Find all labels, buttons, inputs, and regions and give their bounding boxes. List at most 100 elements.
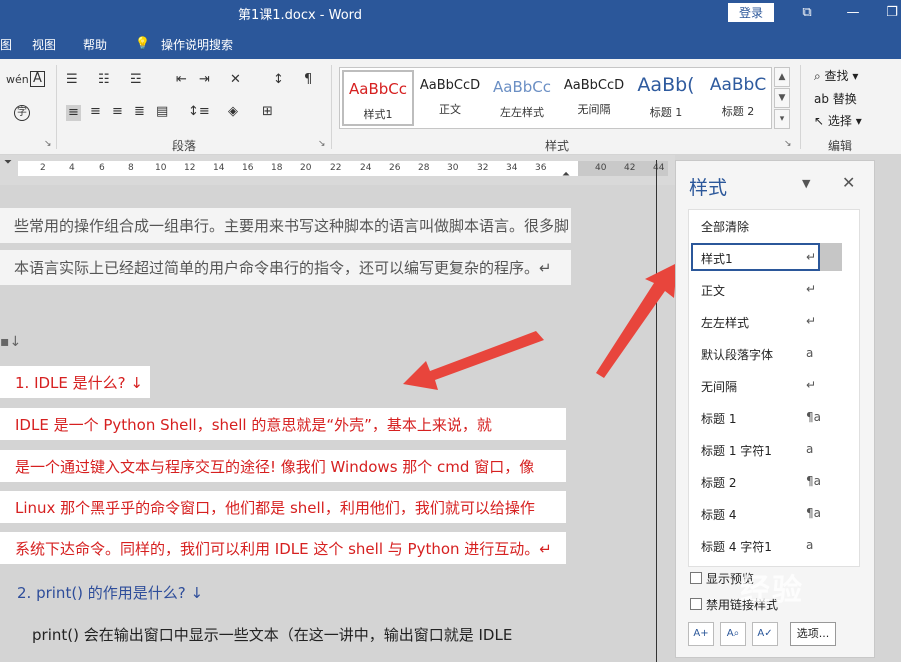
heading-idle[interactable]: 1. IDLE 是什么? ↓ [0,366,150,398]
empty-paragraph[interactable]: ▪↓ [0,331,21,352]
right-indent-marker-icon[interactable]: ⏶ [562,169,570,180]
gallery-no-spacing[interactable]: AaBbCcD 无间隔 [558,70,630,126]
align-left-icon[interactable]: ≡ [66,105,81,121]
doc-line-red[interactable]: Linux 那个黑乎乎的命令窗口，他们都是 shell，利用他们，我们就可以给操… [0,491,566,523]
select-button[interactable]: ↖ 选择 ▾ [814,112,862,129]
style-item-clear-all[interactable]: 全部清除 [689,210,861,240]
lightbulb-icon[interactable]: 💡 [135,36,150,50]
paragraph-dialog-launcher-icon[interactable]: ↘ [318,139,326,149]
disable-linked-checkbox[interactable] [690,598,702,610]
styles-gallery: AaBbCc 样式1 AaBbCcD 正文 AaBbCc 左左样式 AaBbCc… [339,67,772,129]
options-button[interactable]: 选项... [790,622,836,646]
doc-body-line[interactable]: print() 会在输出窗口中显示一些文本（在这一讲中，输出窗口就是 IDLE [0,625,512,645]
shading-icon[interactable]: ◈ [228,105,238,119]
line-spacing-icon[interactable]: ↕≡ [188,105,210,119]
doc-line-gray[interactable]: 些常用的操作组合成一组串行。主要用来书写这种脚本的语言叫做脚本语言。很多脚 [0,208,571,243]
ribbon-display-icon[interactable]: ⧉ [797,3,817,23]
style-item-heading-4[interactable]: 标题 4 ¶a [689,498,861,528]
indent-marker-icon[interactable]: ⏷ [4,157,12,168]
style-item-style1[interactable]: 样式1 ↵ [689,242,861,272]
paragraph-mark-icon: ↵ [806,250,817,264]
align-center-icon[interactable]: ≡ [90,105,101,119]
ruler-tick: 10 [155,163,167,173]
search-icon: ⌕ [814,69,825,83]
find-button[interactable]: ⌕ 查找 ▾ [814,67,858,84]
style-dropdown-handle[interactable] [820,243,842,271]
group-separator [331,65,332,149]
multilevel-list-icon[interactable]: ☲ [130,73,142,87]
new-style-icon[interactable]: A+ [688,622,714,646]
doc-line-red[interactable]: 系统下达命令。同样的，我们可以利用 IDLE 这个 shell 与 Python… [0,532,566,564]
ruler-tick: 12 [184,163,196,173]
bullets-icon[interactable]: ☰ [66,73,78,87]
gallery-sample: AaBbCc [493,78,551,96]
manage-styles-icon[interactable]: A✓ [752,622,778,646]
menu-item-partial[interactable]: 图 [0,36,12,53]
style-item-left-style[interactable]: 左左样式 ↵ [689,306,861,336]
sort-icon[interactable]: ↕ [273,73,284,87]
menu-item-view[interactable]: 视图 [32,36,56,53]
gallery-name: 正文 [439,103,461,116]
doc-line-gray[interactable]: 本语言实际上已经超过简单的用户命令串行的指令，还可以编写更复杂的程序。↵ [0,250,571,285]
style-item-heading-2[interactable]: 标题 2 ¶a [689,466,861,496]
style-item-heading-1[interactable]: 标题 1 ¶a [689,402,861,432]
paragraph-mark-icon: ↵ [806,314,817,328]
pane-options-icon[interactable]: ▼ [802,177,810,190]
heading-print[interactable]: 2. print() 的作用是什么? ↓ [0,583,203,603]
restore-icon[interactable]: ❐ [882,3,901,23]
enclose-character-icon[interactable]: 字 [14,105,30,121]
style-name: 标题 1 [701,412,737,426]
gallery-heading-1[interactable]: AaBb( 标题 1 [630,70,702,126]
group-separator [56,65,57,149]
phonetic-guide-icon[interactable]: wén [6,73,29,87]
justify-icon[interactable]: ≣ [134,105,145,119]
close-icon[interactable]: ✕ [842,173,855,192]
menu-bar: 图 视图 帮助 💡 操作说明搜索 [0,27,901,59]
group-separator [800,65,801,149]
login-button[interactable]: 登录 [728,3,774,22]
gallery-left-style[interactable]: AaBbCc 左左样式 [486,70,558,126]
doc-line-red[interactable]: 是一个通过键入文本与程序交互的途径! 像我们 Windows 那个 cmd 窗口… [0,450,566,482]
gallery-style-1[interactable]: AaBbCc 样式1 [342,70,414,126]
ruler-tick: 18 [271,163,283,173]
linked-mark-icon: ¶a [806,506,821,520]
gallery-more-icon[interactable]: ▾ [774,109,790,129]
asian-layout-icon[interactable]: ✕ [230,73,241,87]
font-dialog-launcher-icon[interactable]: ↘ [44,139,52,149]
style-item-no-spacing[interactable]: 无间隔 ↵ [689,370,861,400]
ruler-tick: 34 [506,163,518,173]
menu-item-help[interactable]: 帮助 [83,36,107,53]
borders-icon[interactable]: ⊞ [262,105,273,119]
cursor-icon: ↖ [814,114,828,128]
gallery-normal[interactable]: AaBbCcD 正文 [414,70,486,126]
align-right-icon[interactable]: ≡ [112,105,123,119]
tell-me-search[interactable]: 操作说明搜索 [161,36,233,53]
replace-label: 替换 [832,92,857,106]
distributed-icon[interactable]: ▤ [156,105,168,119]
character-border-icon[interactable]: A [30,71,45,87]
style-inspector-icon[interactable]: A⌕ [720,622,746,646]
style-item-default-font[interactable]: 默认段落字体 a [689,338,861,368]
gallery-heading-2[interactable]: AaBbC 标题 2 [702,70,774,126]
page-edge [656,160,657,662]
increase-indent-icon[interactable]: ⇥ [199,73,210,87]
style-name: 全部清除 [701,220,750,234]
style-name: 左左样式 [701,316,750,330]
numbering-icon[interactable]: ☷ [98,73,110,87]
gallery-scroll-down-icon[interactable]: ▼ [774,88,790,108]
doc-line-red[interactable]: IDLE 是一个 Python Shell，shell 的意思就是“外壳”，基本… [0,408,566,440]
styles-dialog-launcher-icon[interactable]: ↘ [784,139,792,149]
replace-button[interactable]: ab 替换 [814,90,857,107]
gallery-scroll-up-icon[interactable]: ▲ [774,67,790,87]
replace-icon: ab [814,92,833,106]
show-marks-icon[interactable]: ¶ [304,73,312,87]
decrease-indent-icon[interactable]: ⇤ [176,73,187,87]
style-name: 样式1 [701,252,733,266]
style-item-heading-4-char[interactable]: 标题 4 字符1 a [689,530,861,560]
show-preview-checkbox[interactable] [690,572,702,584]
minimize-icon[interactable]: — [843,3,863,23]
style-item-heading-1-char[interactable]: 标题 1 字符1 a [689,434,861,464]
ruler-tick: 28 [418,163,430,173]
gallery-sample: AaBbCcD [563,78,625,93]
style-item-normal[interactable]: 正文 ↵ [689,274,861,304]
